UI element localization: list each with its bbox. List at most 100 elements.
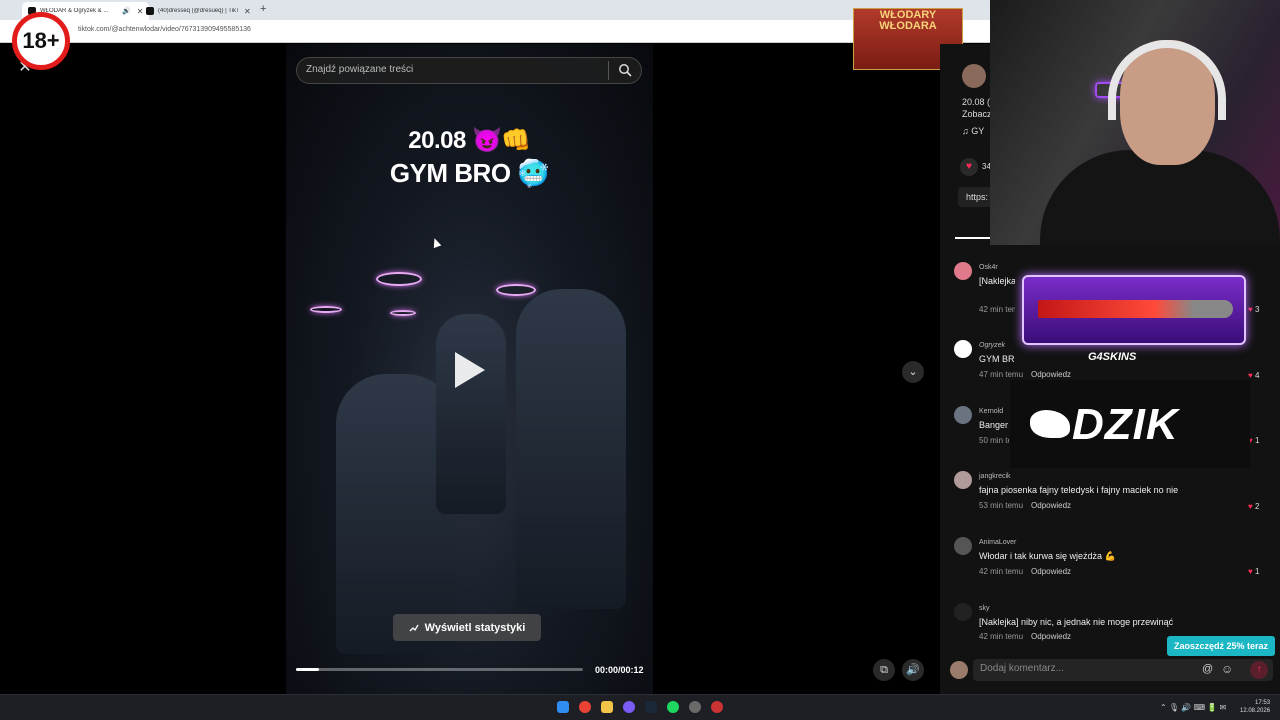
g4skins-logo-text: G4SKINS [1088,351,1137,363]
comment-time: 53 min temu [979,501,1024,510]
save-promo-button[interactable]: Zaoszczędź 25% teraz [1167,636,1275,656]
view-stats-label: Wyświetl statystyki [424,621,526,634]
like-heart-icon[interactable]: ♥ [960,158,978,176]
comment-like-count: 2 [1254,502,1260,511]
age-rating-badge: 18+ [12,12,70,70]
reply-link[interactable]: Odpowiedz [1031,370,1071,379]
windows-taskbar [0,694,1280,720]
comment-avatar[interactable] [954,537,972,555]
system-tray-icons[interactable]: ⌃ 🎙 🔊 ⌨ 🔋 ✉ [1160,703,1226,712]
comment-meta: 42 min temu Odpowiedz [979,632,1071,641]
comment-avatar[interactable] [954,340,972,358]
comment-time: 42 min temu [979,305,1015,314]
comment-like-count: 3 [1254,305,1260,314]
comment-avatar[interactable] [954,262,972,280]
next-video-chevron-icon[interactable]: ⌄ [902,361,924,383]
video-caption-line2: GYM BRO 🥶 [389,158,550,188]
clock-date: 12.08.2026 [1240,708,1271,714]
comment-like[interactable]: ♥ 2 [1248,502,1259,511]
neon-ring [390,310,416,316]
comment-text: [Naklejka] BANGER [979,276,1015,286]
play-icon[interactable] [455,352,485,388]
creator-avatar[interactable] [962,64,986,88]
comment-like[interactable]: ♥ 4 [1248,371,1259,380]
comment-user[interactable]: Ogryzek [979,342,1005,349]
taskbar-clock[interactable]: 17:53 12.08.2026 [1240,699,1270,715]
comment-user[interactable]: sky [979,605,990,612]
heart-icon: ♥ [1248,305,1253,314]
tab-title: (40)dresseq (@dresueq) | TikTo... [158,8,238,14]
person-figure [516,289,626,609]
discord-icon[interactable] [623,701,635,713]
mention-icon[interactable]: @ [1202,663,1213,675]
emoji-icon[interactable]: ☺ [1221,662,1233,676]
flag-text: WŁODARY WŁODARA [879,9,937,32]
comment-avatar[interactable] [954,603,972,621]
comment-text: Banger [979,420,1009,430]
chrome-active-icon[interactable] [689,701,701,713]
pip-icon[interactable]: ⧉ [873,659,895,681]
link-text[interactable]: https: [966,192,988,202]
tiktok-favicon-icon [146,7,154,15]
neon-ring [496,284,536,296]
comment-text: fajna piosenka fajny teledysk i fajny ma… [979,485,1179,495]
progress-fill [296,668,319,671]
comment-time: 50 min temu [979,436,1009,445]
heart-icon: ♥ [1248,567,1253,576]
comment-text: [Naklejka] niby nic, a jednak nie moge p… [979,617,1174,627]
comment-avatar[interactable] [954,406,972,424]
spotify-icon[interactable] [667,701,679,713]
tab-close-icon[interactable]: ✕ [244,7,251,16]
comment-avatar[interactable] [954,471,972,489]
comment-like-count: 1 [1254,567,1260,576]
new-tab-icon[interactable]: + [260,3,266,15]
comment-like[interactable]: ♥ 3 [1248,305,1259,314]
send-icon[interactable]: ↑ [1250,661,1268,679]
comment-user[interactable]: Osk4r [979,264,998,271]
comment-text: Włodar i tak kurwa się wjeżdża 💪 [979,551,1116,561]
comment-text: GYM BRO [979,354,1015,364]
audio-icon: 🔊 [122,8,131,15]
comment-like[interactable]: ♥ 1 [1248,567,1259,576]
caption-partial: 20.08 ( [962,97,991,107]
comment-time: 42 min temu [979,632,1024,641]
windows-start-icon[interactable] [557,701,569,713]
neon-ring [376,272,422,286]
heart-icon: ♥ [1248,371,1253,380]
comment-like-count: 1 [1254,436,1260,445]
see-more-link[interactable]: Zobacz [962,109,992,119]
comment-user[interactable]: Kernold [979,408,1003,415]
comment-user[interactable]: AnimaLover [979,539,1016,546]
user-avatar[interactable] [950,661,968,679]
heart-icon: ♥ [1248,502,1253,511]
knife-image [1038,300,1233,318]
comment-time: 42 min temu [979,567,1024,576]
volume-icon[interactable]: 🔊 [902,659,924,681]
steam-icon[interactable] [645,701,657,713]
view-stats-button[interactable]: Wyświetl statystyki [393,614,541,641]
music-label[interactable]: ♫ GY [962,126,984,136]
url-text[interactable]: tiktok.com/@achtenwlodar/video/767313909… [78,26,251,33]
browser-tab[interactable]: (40)dresseq (@dresueq) | TikTo... ✕ [140,2,257,20]
comment-time: 47 min temu [979,370,1024,379]
reply-link[interactable]: Odpowiedz [1031,501,1071,510]
search-icon[interactable] [618,63,632,77]
video-caption-line1: 20.08 😈👊 [408,127,531,154]
search-placeholder: Znajdź powiązane treści [306,64,414,75]
dzik-logo-text: DZIK [1072,400,1179,449]
reply-link[interactable]: Odpowiedz [1031,632,1071,641]
tab-underline [955,237,990,239]
clock-time: 17:53 [1255,700,1271,706]
comment-meta: 47 min temu Odpowiedz [979,370,1071,379]
comment-meta: 53 min temu Odpowiedz [979,501,1071,510]
comment-user[interactable]: jangkrecik [979,473,1011,480]
video-time: 00:00/00:12 [595,665,644,675]
search-divider [608,61,609,80]
reply-link[interactable]: Odpowiedz [1031,567,1071,576]
progress-track[interactable] [296,668,583,671]
chrome-icon[interactable] [579,701,591,713]
chart-icon [409,624,419,631]
file-explorer-icon[interactable] [601,701,613,713]
app-icon[interactable] [711,701,723,713]
tab-title: WŁODAR & Ogryzek & ... [40,8,109,14]
